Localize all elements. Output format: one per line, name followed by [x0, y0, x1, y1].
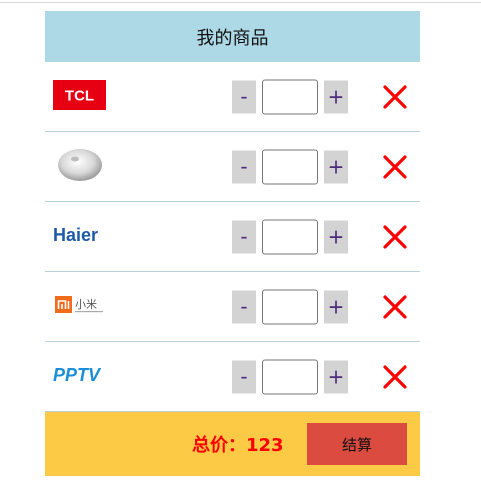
cart-item: 小米 - + — [45, 272, 420, 342]
cart-item: Haier - + — [45, 202, 420, 272]
quantity-input[interactable] — [262, 219, 318, 254]
delete-icon[interactable] — [382, 294, 408, 320]
svg-text:PPTV: PPTV — [53, 365, 102, 385]
cart-footer: 总价：123 结算 — [45, 412, 420, 476]
quantity-input[interactable] — [262, 359, 318, 394]
device-logo-icon — [53, 145, 105, 189]
increment-button[interactable]: + — [324, 360, 348, 393]
total-value: 123 — [246, 435, 284, 456]
quantity-stepper: - + — [232, 359, 348, 394]
quantity-stepper: - + — [232, 289, 348, 324]
top-divider — [0, 2, 481, 3]
increment-button[interactable]: + — [324, 150, 348, 183]
quantity-stepper: - + — [232, 219, 348, 254]
haier-logo-icon: Haier — [53, 223, 107, 251]
quantity-stepper: - + — [232, 79, 348, 114]
decrement-button[interactable]: - — [232, 220, 256, 253]
decrement-button[interactable]: - — [232, 360, 256, 393]
total-price: 总价：123 — [192, 431, 284, 457]
page-title: 我的商品 — [196, 27, 269, 49]
delete-icon[interactable] — [382, 84, 408, 110]
quantity-input[interactable] — [262, 289, 318, 324]
total-label: 总价： — [192, 435, 246, 456]
cart-item: PPTV - + — [45, 342, 420, 412]
svg-text:小米: 小米 — [75, 298, 97, 311]
quantity-stepper: - + — [232, 149, 348, 184]
svg-text:Haier: Haier — [53, 225, 98, 245]
quantity-input[interactable] — [262, 149, 318, 184]
quantity-input[interactable] — [262, 79, 318, 114]
xiaomi-logo-icon: 小米 — [53, 293, 105, 321]
delete-icon[interactable] — [382, 224, 408, 250]
pptv-logo-icon: PPTV — [53, 364, 107, 390]
checkout-button[interactable]: 结算 — [307, 423, 407, 465]
decrement-button[interactable]: - — [232, 290, 256, 323]
increment-button[interactable]: + — [324, 290, 348, 323]
decrement-button[interactable]: - — [232, 150, 256, 183]
delete-icon[interactable] — [382, 154, 408, 180]
cart-item: - + — [45, 132, 420, 202]
increment-button[interactable]: + — [324, 80, 348, 113]
cart-panel: 我的商品 TCL - + - + Haier - + 小米 - + PPTV -… — [45, 11, 420, 476]
cart-item: TCL - + — [45, 62, 420, 132]
delete-icon[interactable] — [382, 364, 408, 390]
tcl-logo-icon: TCL — [53, 79, 106, 114]
increment-button[interactable]: + — [324, 220, 348, 253]
decrement-button[interactable]: - — [232, 80, 256, 113]
svg-text:TCL: TCL — [65, 87, 94, 104]
cart-header: 我的商品 — [45, 11, 420, 62]
